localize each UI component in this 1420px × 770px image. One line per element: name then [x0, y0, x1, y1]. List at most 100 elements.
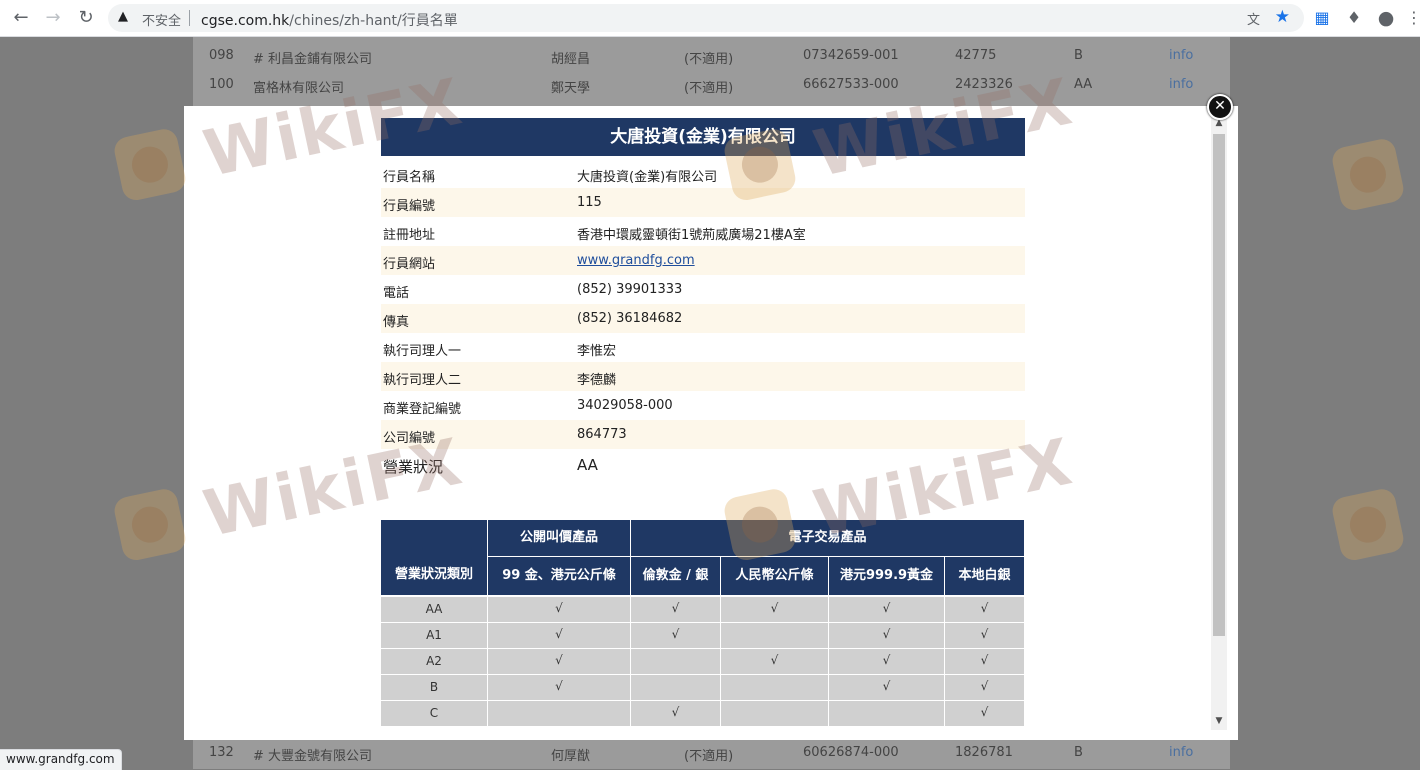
- row-tag: (不適用): [684, 749, 734, 764]
- permission-check-cell: √: [631, 701, 721, 727]
- product-column-header: 人民幣公斤條: [721, 557, 829, 596]
- field-value: 115: [577, 195, 602, 210]
- background-table-row: 132 # 大豐金號有限公司 何厚猷 (不適用) 60626874-000 18…: [193, 738, 1230, 767]
- field-label: 執行司理人一: [383, 344, 462, 359]
- row-company: # 利昌金鋪有限公司: [253, 52, 373, 67]
- field-row: 執行司理人一 李惟宏: [381, 333, 1025, 362]
- menu-dots-icon[interactable]: ⋮: [1403, 7, 1420, 29]
- status-category-cell: AA: [381, 597, 488, 623]
- field-row: 執行司理人二 李德麟: [381, 362, 1025, 391]
- reload-icon[interactable]: ↻: [73, 6, 99, 30]
- background-table-row: 098 # 利昌金鋪有限公司 胡經昌 (不適用) 07342659-001 42…: [193, 41, 1230, 70]
- status-category-cell: A2: [381, 649, 488, 675]
- row-tag: (不適用): [684, 81, 734, 96]
- field-label: 公司編號: [383, 431, 436, 446]
- row-info-link[interactable]: info: [1169, 77, 1193, 92]
- field-label: 註冊地址: [383, 228, 436, 243]
- status-col-header: 營業狀況類別: [381, 520, 488, 596]
- permission-check-cell: [488, 701, 631, 727]
- browser-toolbar: ← → ↻ ▲ 不安全 cgse.com.hk/chines/zh-hant/行…: [0, 0, 1420, 37]
- row-info-link[interactable]: info: [1169, 48, 1193, 63]
- permission-check-cell: [721, 623, 829, 649]
- permission-check-cell: [631, 675, 721, 701]
- address-bar[interactable]: ▲ 不安全 cgse.com.hk/chines/zh-hant/行員名單 文 …: [108, 4, 1304, 32]
- url-text[interactable]: cgse.com.hk/chines/zh-hant/行員名單: [201, 10, 458, 30]
- forward-arrow-icon[interactable]: →: [40, 6, 66, 30]
- puzzle-icon[interactable]: ♦: [1343, 7, 1365, 29]
- row-number: 100: [209, 77, 234, 92]
- website-link[interactable]: www.grandfg.com: [577, 253, 695, 268]
- row-number: 098: [209, 48, 234, 63]
- row-company: # 大豐金號有限公司: [253, 749, 373, 764]
- permission-check-cell: √: [488, 675, 631, 701]
- status-category-cell: B: [381, 675, 488, 701]
- field-row: 電話 (852) 39901333: [381, 275, 1025, 304]
- permission-check-cell: [631, 649, 721, 675]
- permission-check-cell: √: [631, 597, 721, 623]
- row-code: 1826781: [955, 745, 1013, 760]
- field-label: 電話: [383, 286, 410, 301]
- warning-icon: ▲: [118, 9, 128, 24]
- field-value: 香港中環威靈頓街1號荊威廣場21樓A室: [577, 228, 806, 243]
- row-info-link[interactable]: info: [1169, 745, 1193, 760]
- profile-avatar-icon[interactable]: ●: [1375, 7, 1397, 29]
- field-label: 行員名稱: [383, 170, 436, 185]
- permission-check-cell: √: [829, 649, 945, 675]
- field-label: 行員網站: [383, 257, 436, 272]
- group-public-header: 公開叫價產品: [488, 520, 631, 557]
- permission-check-cell: √: [488, 649, 631, 675]
- field-row: 商業登記編號 34029058-000: [381, 391, 1025, 420]
- scrollbar-thumb[interactable]: [1213, 134, 1225, 636]
- address-divider: [189, 10, 190, 26]
- permission-check-cell: √: [945, 649, 1025, 675]
- field-value: 李惟宏: [577, 344, 617, 359]
- field-value: 大唐投資(金業)有限公司: [577, 170, 718, 185]
- close-modal-button[interactable]: ✕: [1207, 94, 1233, 120]
- product-column-header: 99 金、港元公斤條: [488, 557, 631, 596]
- url-host: cgse.com.hk: [201, 13, 290, 29]
- status-category-cell: C: [381, 701, 488, 727]
- row-person: 胡經昌: [551, 52, 591, 67]
- permission-check-cell: [829, 701, 945, 727]
- field-row: 行員網站 www.grandfg.com: [381, 246, 1025, 275]
- field-value: 864773: [577, 427, 627, 442]
- field-row: 傳真 (852) 36184682: [381, 304, 1025, 333]
- field-value: AA: [577, 456, 598, 474]
- row-grade: B: [1074, 48, 1083, 63]
- field-value: (852) 36184682: [577, 311, 683, 326]
- product-column-header: 港元999.9黃金: [829, 557, 945, 596]
- row-code: 2423326: [955, 77, 1013, 92]
- row-tag: (不適用): [684, 52, 734, 67]
- extension-icon[interactable]: ▦: [1311, 7, 1333, 29]
- row-number: 132: [209, 745, 234, 760]
- row-person: 何厚猷: [551, 749, 591, 764]
- field-value: (852) 39901333: [577, 282, 683, 297]
- permission-check-cell: √: [829, 675, 945, 701]
- row-grade: B: [1074, 745, 1083, 760]
- permission-check-cell: √: [488, 597, 631, 623]
- back-arrow-icon[interactable]: ←: [8, 6, 34, 30]
- permission-check-cell: [721, 675, 829, 701]
- product-column-header: 倫敦金 / 銀: [631, 557, 721, 596]
- insecure-label: 不安全: [142, 14, 182, 29]
- close-icon: ✕: [1214, 98, 1226, 114]
- watermark-logo-icon: [112, 126, 188, 203]
- row-code: 42775: [955, 48, 997, 63]
- field-label: 商業登記編號: [383, 402, 462, 417]
- permission-check-cell: √: [829, 597, 945, 623]
- translate-icon[interactable]: 文: [1247, 9, 1260, 28]
- field-value: 34029058-000: [577, 398, 673, 413]
- row-phone: 66627533-000: [803, 77, 899, 92]
- field-row: 註冊地址 香港中環威靈頓街1號荊威廣場21樓A室: [381, 217, 1025, 246]
- scroll-down-arrow-icon[interactable]: ▼: [1211, 714, 1227, 728]
- row-phone: 60626874-000: [803, 745, 899, 760]
- link-status-bar: www.grandfg.com: [0, 749, 122, 770]
- permission-check-cell: √: [721, 597, 829, 623]
- field-row: 行員編號 115: [381, 188, 1025, 217]
- bookmark-star-icon[interactable]: ★: [1275, 7, 1290, 27]
- row-phone: 07342659-001: [803, 48, 899, 63]
- permission-check-cell: √: [721, 649, 829, 675]
- permission-check-cell: √: [829, 623, 945, 649]
- modal-title: 大唐投資(金業)有限公司: [381, 118, 1025, 156]
- row-company: 富格林有限公司: [253, 81, 345, 96]
